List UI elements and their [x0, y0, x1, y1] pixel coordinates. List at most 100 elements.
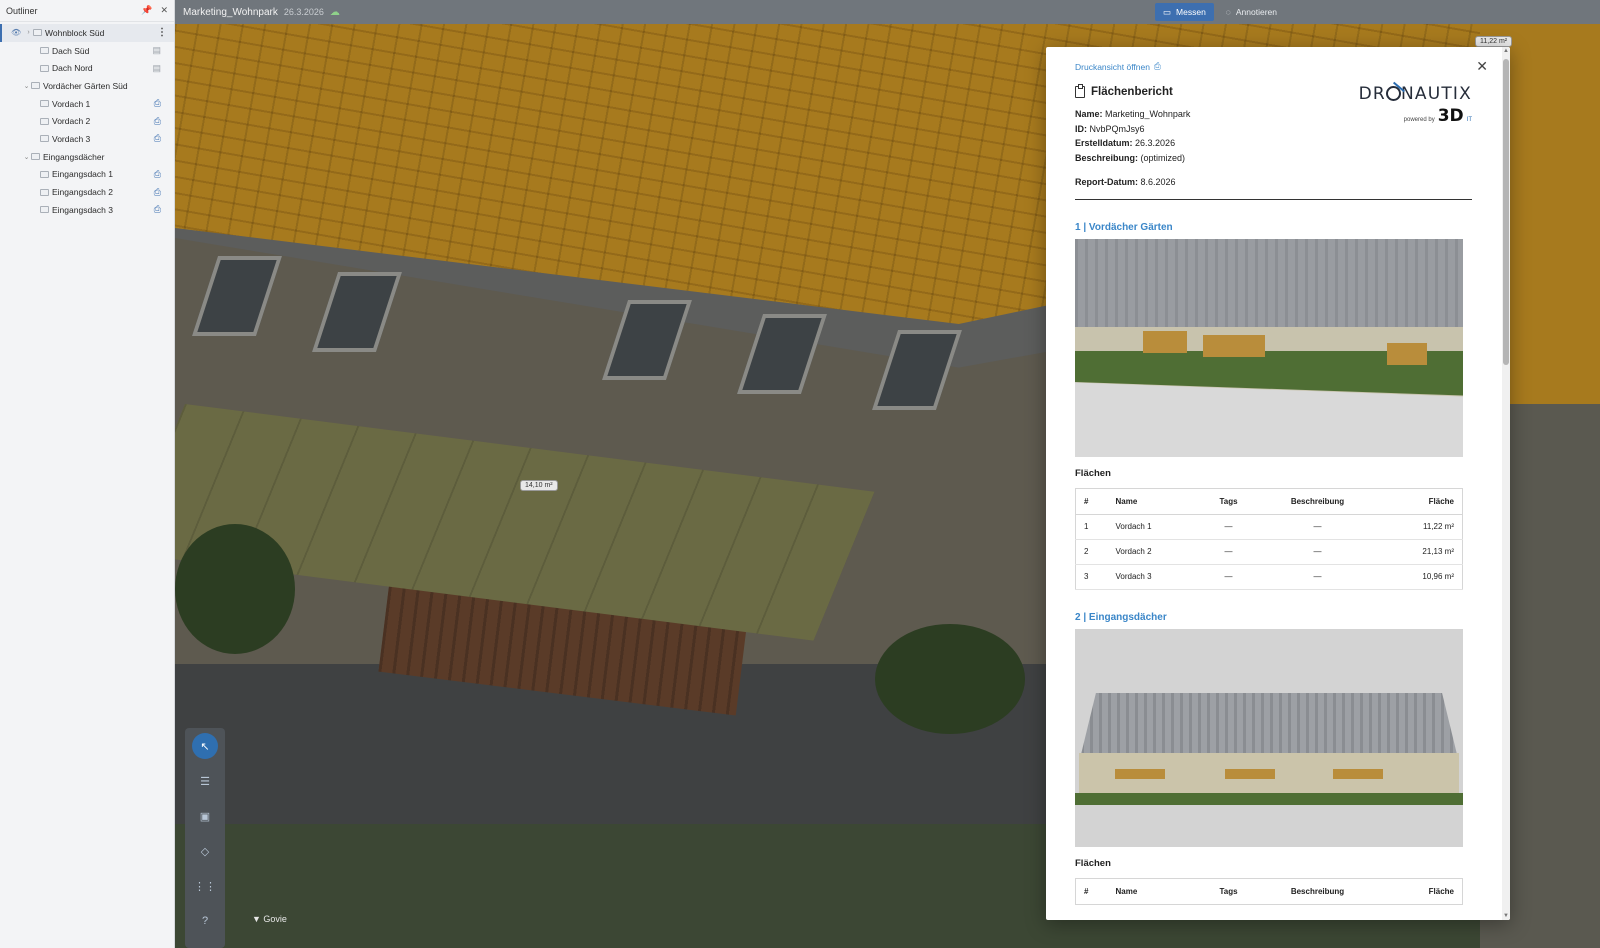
area-icon — [40, 206, 49, 214]
table-title: Flächen — [1075, 467, 1111, 479]
project-name: Marketing_Wohnpark — [183, 6, 278, 18]
camera-icon[interactable]: ▣ — [192, 803, 218, 829]
tree-item-label: Vordach 2 — [52, 116, 91, 127]
print-icon[interactable]: ⎙ — [154, 116, 161, 127]
folder-icon — [31, 82, 40, 90]
tree-item-wohnblock-sued[interactable]: 👁 › Wohnblock Süd ⋮ — [0, 24, 174, 42]
tree-item-dach-sued[interactable]: Dach Süd ▤ — [0, 42, 174, 60]
areas-table: # Name Tags Beschreibung Fläche — [1075, 877, 1463, 905]
divider — [1075, 198, 1472, 200]
tree-item-label: Eingangsdach 2 — [52, 187, 113, 198]
tree-item-label: Wohnblock Süd — [45, 27, 105, 38]
report-icon[interactable]: ▤ — [152, 63, 161, 74]
print-icon[interactable]: ⎙ — [154, 98, 161, 109]
area-icon — [40, 117, 49, 125]
project-date: 26.3.2026 — [283, 7, 324, 17]
dronautix-logo: DR NAUTIX powered by 3D IT — [1358, 84, 1472, 126]
pin-drop-icon[interactable]: ◇ — [192, 838, 218, 864]
area-report-dialog: Druckansicht öffnen ⎙ Flächenbericht Nam… — [1046, 47, 1510, 920]
area-icon — [40, 100, 49, 108]
tree-item-dach-nord[interactable]: Dach Nord ▤ — [0, 59, 174, 77]
description-value: (optimized) — [1140, 153, 1186, 164]
top-toolbar: Marketing_Wohnpark 26.3.2026 ☁ ▭ Messen … — [175, 0, 1600, 24]
print-icon[interactable]: ⎙ — [154, 169, 161, 180]
project-id-value: NvbPQmJsy6 — [1089, 123, 1145, 134]
print-icon[interactable]: ⎙ — [154, 204, 161, 215]
created-date-value: 26.3.2026 — [1135, 138, 1176, 149]
measurement-label[interactable]: 11,22 m² — [1475, 36, 1513, 47]
scroll-up-icon[interactable]: ▲ — [1503, 48, 1509, 54]
grid-icon — [40, 64, 49, 72]
chevron-down-icon[interactable]: ⌄ — [22, 153, 31, 161]
area-icon — [40, 135, 49, 143]
area-icon — [40, 170, 49, 178]
print-icon[interactable]: ⎙ — [154, 133, 161, 144]
tree-item-eingangsdach-1[interactable]: Eingangsdach 1 ⎙ — [0, 166, 174, 184]
print-view-link[interactable]: Druckansicht öffnen ⎙ — [1075, 61, 1472, 72]
table-header-row: # Name Tags Beschreibung Fläche — [1075, 488, 1463, 515]
outliner-tree: 👁 › Wohnblock Süd ⋮ Dach Süd ▤ Dach Nord… — [0, 22, 174, 219]
print-icon[interactable]: ⎙ — [154, 187, 161, 198]
tree-item-vordaecher[interactable]: ⌄ Vordächer Gärten Süd — [0, 77, 174, 95]
scrollbar-thumb[interactable] — [1503, 59, 1509, 365]
section-title: 2 | Eingangsdächer — [1075, 611, 1167, 623]
section-photo — [1075, 238, 1463, 457]
tree-item-label: Dach Süd — [52, 45, 90, 56]
visibility-eye-icon[interactable]: 👁 — [11, 28, 21, 37]
ruler-icon: ▭ — [1163, 6, 1172, 17]
report-header: Flächenbericht Name: Marketing_Wohnpark … — [1075, 84, 1472, 190]
table-row: 2 Vordach 2 — — 21,13 m² — [1075, 539, 1463, 565]
tool-rail: ↖ ☰ ▣ ◇ ⋮⋮ ? — [185, 728, 225, 948]
section-photo — [1075, 628, 1463, 847]
chevron-right-icon[interactable]: › — [24, 29, 33, 36]
layers-icon[interactable]: ☰ — [192, 768, 218, 794]
tree-item-eingangsdach-3[interactable]: Eingangsdach 3 ⎙ — [0, 201, 174, 219]
measurement-label[interactable]: 14,10 m² — [520, 480, 558, 491]
tree-item-label: Vordach 1 — [52, 98, 91, 109]
report-content[interactable]: Druckansicht öffnen ⎙ Flächenbericht Nam… — [1046, 47, 1502, 920]
report-date-value: 8.6.2026 — [1140, 176, 1176, 187]
mode-toggle: ▭ Messen ◌ Annotieren — [1155, 3, 1285, 21]
report-icon[interactable]: ▤ — [152, 45, 161, 56]
outliner-title: Outliner — [6, 5, 38, 16]
scene-bush — [175, 524, 295, 654]
printer-icon: ⎙ — [1153, 61, 1161, 71]
table-row: 1 Vordach 1 — — 11,22 m² — [1075, 514, 1463, 540]
folder-icon — [31, 153, 40, 161]
tree-item-label: Vordach 3 — [52, 133, 91, 144]
more-options-icon[interactable]: ⋮ — [157, 27, 167, 38]
area-icon — [40, 188, 49, 196]
tree-item-eingangsdaecher[interactable]: ⌄ Eingangsdächer — [0, 148, 174, 166]
grid-icon — [40, 47, 49, 55]
table-row: 3 Vordach 3 — — 10,96 m² — [1075, 564, 1463, 590]
close-icon[interactable]: ✕ — [1476, 58, 1488, 75]
help-icon[interactable]: ? — [192, 908, 218, 934]
close-icon[interactable]: ✕ — [160, 5, 168, 16]
folder-icon — [33, 29, 42, 37]
outliner-header: Outliner 📌 ✕ — [0, 0, 174, 22]
scroll-down-icon[interactable]: ▼ — [1503, 913, 1509, 919]
tree-item-eingangsdach-2[interactable]: Eingangsdach 2 ⎙ — [0, 183, 174, 201]
tree-item-label: Eingangsdächer — [43, 151, 105, 162]
grid-icon[interactable]: ⋮⋮ — [192, 873, 218, 899]
comment-icon: ◌ — [1225, 7, 1231, 17]
tree-item-label: Dach Nord — [52, 63, 93, 74]
tree-item-vordach-2[interactable]: Vordach 2 ⎙ — [0, 112, 174, 130]
project-name-value: Marketing_Wohnpark — [1105, 109, 1191, 119]
table-title: Flächen — [1075, 857, 1111, 869]
pin-icon[interactable]: 📌 — [141, 5, 152, 16]
tree-item-vordach-1[interactable]: Vordach 1 ⎙ — [0, 95, 174, 113]
tree-item-label: Eingangsdach 1 — [52, 169, 113, 180]
tree-item-label: Eingangsdach 3 — [52, 204, 113, 215]
tree-item-vordach-3[interactable]: Vordach 3 ⎙ — [0, 130, 174, 148]
clipboard-icon — [1075, 84, 1085, 98]
measure-button[interactable]: ▭ Messen — [1155, 3, 1214, 21]
annotate-button[interactable]: ◌ Annotieren — [1218, 3, 1285, 21]
cloud-synced-icon: ☁ — [329, 6, 340, 18]
chevron-down-icon[interactable]: ⌄ — [22, 82, 31, 90]
select-cursor-icon[interactable]: ↖ — [192, 733, 218, 759]
areas-table: # Name Tags Beschreibung Fläche 1 Vordac… — [1075, 487, 1463, 590]
section-title: 1 | Vordächer Gärten — [1075, 221, 1173, 233]
scrollbar[interactable]: ▲ ▼ — [1502, 47, 1510, 920]
tree-item-label: Vordächer Gärten Süd — [43, 80, 128, 91]
